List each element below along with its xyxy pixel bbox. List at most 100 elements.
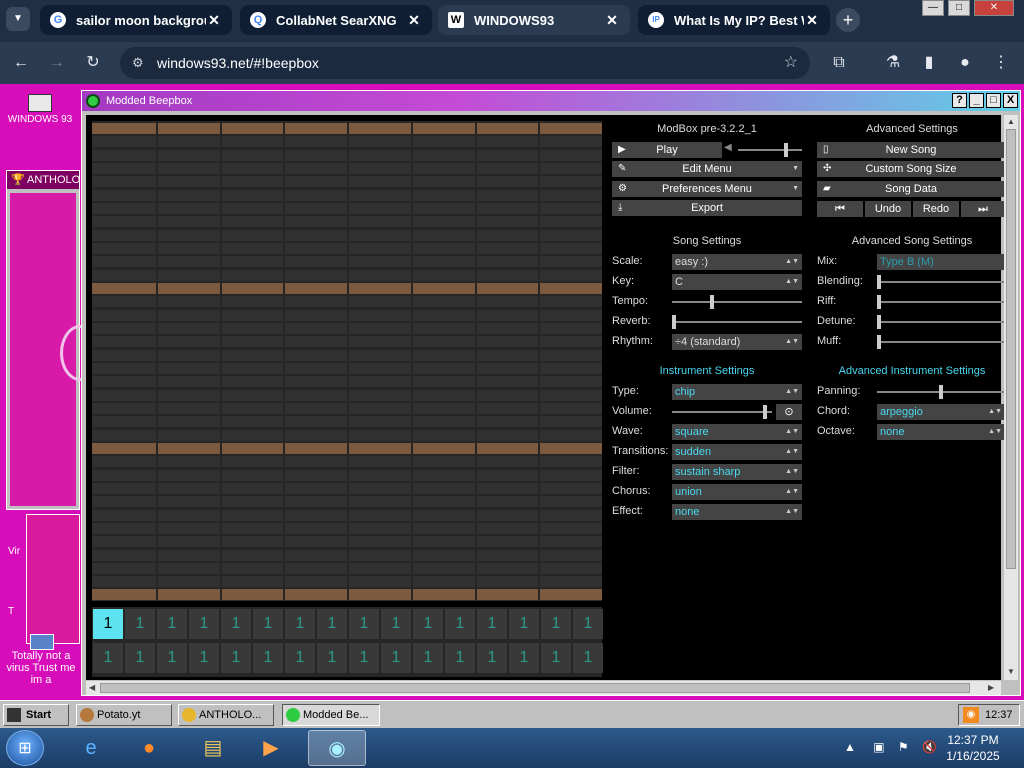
track-pattern-cell[interactable]: 1 [573, 609, 603, 639]
track-pattern-cell[interactable]: 1 [93, 643, 123, 673]
close-tab-icon[interactable]: ✕ [406, 12, 422, 29]
browser-tab[interactable]: Q CollabNet SearXNG ✕ [240, 5, 432, 35]
windows-start-orb-icon[interactable]: ⊞ [6, 730, 44, 766]
slider-knob[interactable] [877, 315, 881, 329]
close-button[interactable]: X [1003, 93, 1018, 108]
new-song-button[interactable]: ▯ New Song [817, 142, 1005, 158]
media-player-icon[interactable]: ▶ [242, 730, 300, 766]
pattern-editor[interactable] [92, 121, 602, 601]
network-icon[interactable]: ▣ [873, 740, 884, 754]
reverb-slider[interactable] [672, 314, 802, 330]
track-pattern-cell[interactable]: 1 [221, 643, 251, 673]
new-tab-button[interactable]: + [836, 8, 860, 32]
track-pattern-cell[interactable]: 1 [125, 609, 155, 639]
vertical-scrollbar[interactable]: ▲ ▼ [1004, 115, 1018, 680]
export-button[interactable]: ⤓ Export [612, 200, 802, 216]
browser-tab[interactable]: G sailor moon backgroun ✕ [40, 5, 232, 35]
system-clock[interactable]: 12:37 PM 1/16/2025 [938, 732, 1008, 764]
slider-knob[interactable] [939, 385, 943, 399]
track-pattern-cell[interactable]: 1 [541, 643, 571, 673]
file-explorer-icon[interactable]: ▤ [184, 730, 242, 766]
rhythm-select[interactable]: ÷4 (standard) ▲▼ [672, 334, 802, 350]
riff-slider[interactable] [877, 294, 1005, 310]
skip-forward-button[interactable]: ⏭ [961, 201, 1005, 217]
octave-select[interactable]: none ▲▼ [877, 424, 1005, 440]
master-volume-slider[interactable]: ◀ [724, 142, 802, 158]
track-pattern-cell[interactable]: 1 [445, 609, 475, 639]
bookmark-star-icon[interactable]: ☆ [784, 47, 798, 79]
track-pattern-cell[interactable]: 1 [381, 609, 411, 639]
track-pattern-cell[interactable]: 1 [573, 643, 603, 673]
track-pattern-cell[interactable]: 1 [221, 609, 251, 639]
slider-knob[interactable] [877, 275, 881, 289]
scroll-right-icon[interactable]: ▶ [988, 683, 994, 692]
detune-slider[interactable] [877, 314, 1005, 330]
volume-options-button[interactable]: ⊙ [776, 404, 802, 420]
track-pattern-cell[interactable]: 1 [413, 609, 443, 639]
mix-select[interactable]: Type B (M) [877, 254, 1005, 270]
filter-select[interactable]: sustain sharp ▲▼ [672, 464, 802, 480]
chorus-select[interactable]: union ▲▼ [672, 484, 802, 500]
start-button[interactable]: Start [3, 704, 69, 726]
track-pattern-cell[interactable]: 1 [285, 643, 315, 673]
undo-button[interactable]: Undo [865, 201, 911, 217]
forward-arrow-icon[interactable]: → [46, 52, 68, 74]
muff-slider[interactable] [877, 334, 1005, 350]
panning-slider[interactable] [877, 384, 1005, 400]
preferences-menu-select[interactable]: ⚙ Preferences Menu ▼ [612, 181, 802, 197]
track-pattern-cell[interactable]: 1 [477, 609, 507, 639]
scroll-up-icon[interactable]: ▲ [1007, 117, 1015, 126]
tempo-slider[interactable] [672, 294, 802, 310]
chrome-taskbar-icon[interactable]: ◉ [308, 730, 366, 766]
track-pattern-cell[interactable]: 1 [477, 643, 507, 673]
taskbar-item-anthology[interactable]: ANTHOLO... [178, 704, 274, 726]
back-arrow-icon[interactable]: ← [10, 52, 32, 74]
internet-explorer-icon[interactable]: e [62, 730, 120, 766]
horizontal-scrollbar[interactable]: ◀ ▶ [86, 681, 1001, 695]
maximize-button[interactable]: □ [986, 93, 1001, 108]
track-pattern-cell[interactable]: 1 [93, 609, 123, 639]
track-pattern-cell[interactable]: 1 [509, 609, 539, 639]
slider-knob[interactable] [877, 335, 881, 349]
menu-kebab-icon[interactable]: ⋮ [990, 52, 1012, 74]
scrollbar-thumb[interactable] [100, 683, 970, 693]
labs-flask-icon[interactable]: ⚗ [882, 52, 904, 74]
track-pattern-cell[interactable]: 1 [189, 609, 219, 639]
play-button[interactable]: ▶ Play [612, 142, 722, 158]
slider-knob[interactable] [672, 315, 676, 329]
edit-menu-select[interactable]: ✎ Edit Menu ▼ [612, 161, 802, 177]
close-window-button[interactable]: ✕ [974, 0, 1014, 16]
tab-search-button[interactable]: ▼ [6, 7, 30, 31]
custom-song-size-button[interactable]: ✣ Custom Song Size [817, 161, 1005, 177]
volume-muted-icon[interactable]: 🔇 [922, 740, 937, 754]
rss-icon[interactable]: ◉ [963, 707, 979, 723]
browser-tab[interactable]: IP What Is My IP? Best Wa ✕ [638, 5, 830, 35]
track-pattern-cell[interactable]: 1 [541, 609, 571, 639]
track-pattern-cell[interactable]: 1 [509, 643, 539, 673]
track-pattern-cell[interactable]: 1 [157, 609, 187, 639]
volume-slider[interactable] [672, 404, 772, 420]
track-pattern-cell[interactable]: 1 [413, 643, 443, 673]
slider-knob[interactable] [784, 143, 788, 157]
track-editor[interactable]: 11111111111111111111111111111111 [92, 607, 603, 677]
minimize-button[interactable]: _ [969, 93, 984, 108]
firefox-icon[interactable]: ● [120, 730, 178, 766]
background-window[interactable] [26, 514, 80, 644]
track-pattern-cell[interactable]: 1 [285, 609, 315, 639]
track-pattern-cell[interactable]: 1 [349, 643, 379, 673]
track-pattern-cell[interactable]: 1 [381, 643, 411, 673]
extensions-icon[interactable]: ⧉ [828, 52, 850, 74]
reload-icon[interactable]: ↻ [82, 52, 104, 74]
site-settings-icon[interactable]: ⚙ [132, 47, 144, 79]
track-pattern-cell[interactable]: 1 [189, 643, 219, 673]
address-bar[interactable]: ⚙ windows93.net/#!beepbox ☆ [120, 47, 810, 79]
side-panel-icon[interactable]: ▮ [918, 52, 940, 74]
virus-desktop-label[interactable]: Totally not a virus Trust me im a [2, 650, 80, 686]
type-select[interactable]: chip ▲▼ [672, 384, 802, 400]
chord-select[interactable]: arpeggio ▲▼ [877, 404, 1005, 420]
scale-select[interactable]: easy :) ▲▼ [672, 254, 802, 270]
slider-knob[interactable] [710, 295, 714, 309]
taskbar-item-beepbox[interactable]: Modded Be... [282, 704, 380, 726]
beepbox-titlebar[interactable]: Modded Beepbox ? _ □ X [82, 91, 1020, 111]
key-select[interactable]: C ▲▼ [672, 274, 802, 290]
